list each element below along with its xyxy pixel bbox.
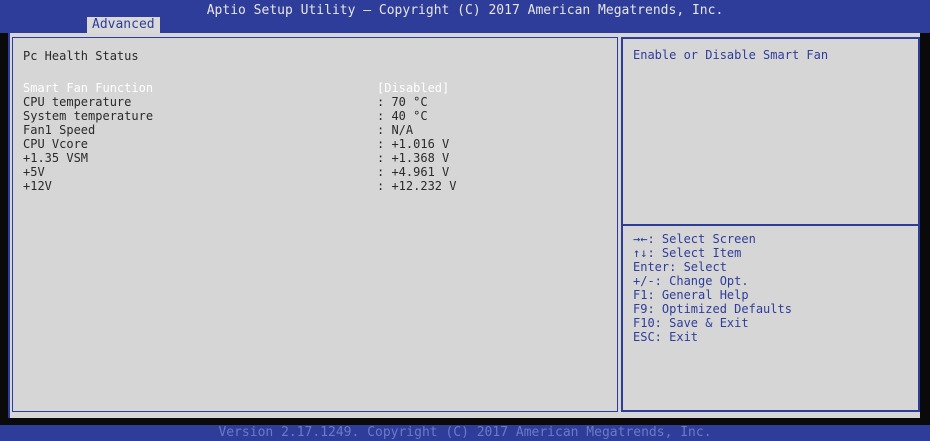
key-save-exit: F10: Save & Exit [633, 316, 749, 330]
key-select-item: ↑↓: Select Item [633, 246, 742, 260]
plus-12v-label: +12V [23, 179, 52, 193]
help-text: Enable or Disable Smart Fan [633, 48, 829, 62]
smart-fan-function-value[interactable]: [Disabled] [377, 81, 449, 95]
cpu-vcore-label: CPU Vcore [23, 137, 89, 151]
cpu-temperature-label: CPU temperature [23, 95, 132, 109]
plus-5v-label: +5V [23, 165, 45, 179]
key-optimized-defaults: F9: Optimized Defaults [633, 302, 792, 316]
section-title: Pc Health Status [23, 49, 139, 63]
cpu-temperature-value: : 70 °C [377, 95, 428, 109]
system-temperature-value: : 40 °C [377, 109, 428, 123]
footer-version: Version 2.17.1249. Copyright (C) 2017 Am… [0, 425, 930, 441]
key-enter-select: Enter: Select [633, 260, 727, 274]
fan1-speed-value: : N/A [377, 123, 414, 137]
key-esc-exit: ESC: Exit [633, 330, 699, 344]
tab-advanced[interactable]: Advanced [87, 17, 160, 33]
main-panel: Pc Health Status Smart Fan Function [Dis… [8, 33, 920, 418]
cpu-vcore-value: : +1.016 V [377, 137, 450, 151]
plus-12v-value: : +12.232 V [377, 179, 457, 193]
help-divider [623, 224, 918, 226]
vsm-1-35-label: +1.35 VSM [23, 151, 89, 165]
title-bar: Aptio Setup Utility – Copyright (C) 2017… [0, 0, 930, 33]
plus-5v-value: : +4.961 V [377, 165, 450, 179]
smart-fan-function-label[interactable]: Smart Fan Function [23, 81, 153, 95]
system-temperature-label: System temperature [23, 109, 154, 123]
help-pane: Enable or Disable Smart Fan →←: Select S… [621, 37, 920, 412]
key-select-screen: →←: Select Screen [633, 232, 756, 246]
settings-pane: Pc Health Status Smart Fan Function [Dis… [12, 37, 618, 412]
key-change-opt: +/-: Change Opt. [633, 274, 749, 288]
key-general-help: F1: General Help [633, 288, 749, 302]
fan1-speed-label: Fan1 Speed [23, 123, 96, 137]
vsm-1-35-value: : +1.368 V [377, 151, 450, 165]
